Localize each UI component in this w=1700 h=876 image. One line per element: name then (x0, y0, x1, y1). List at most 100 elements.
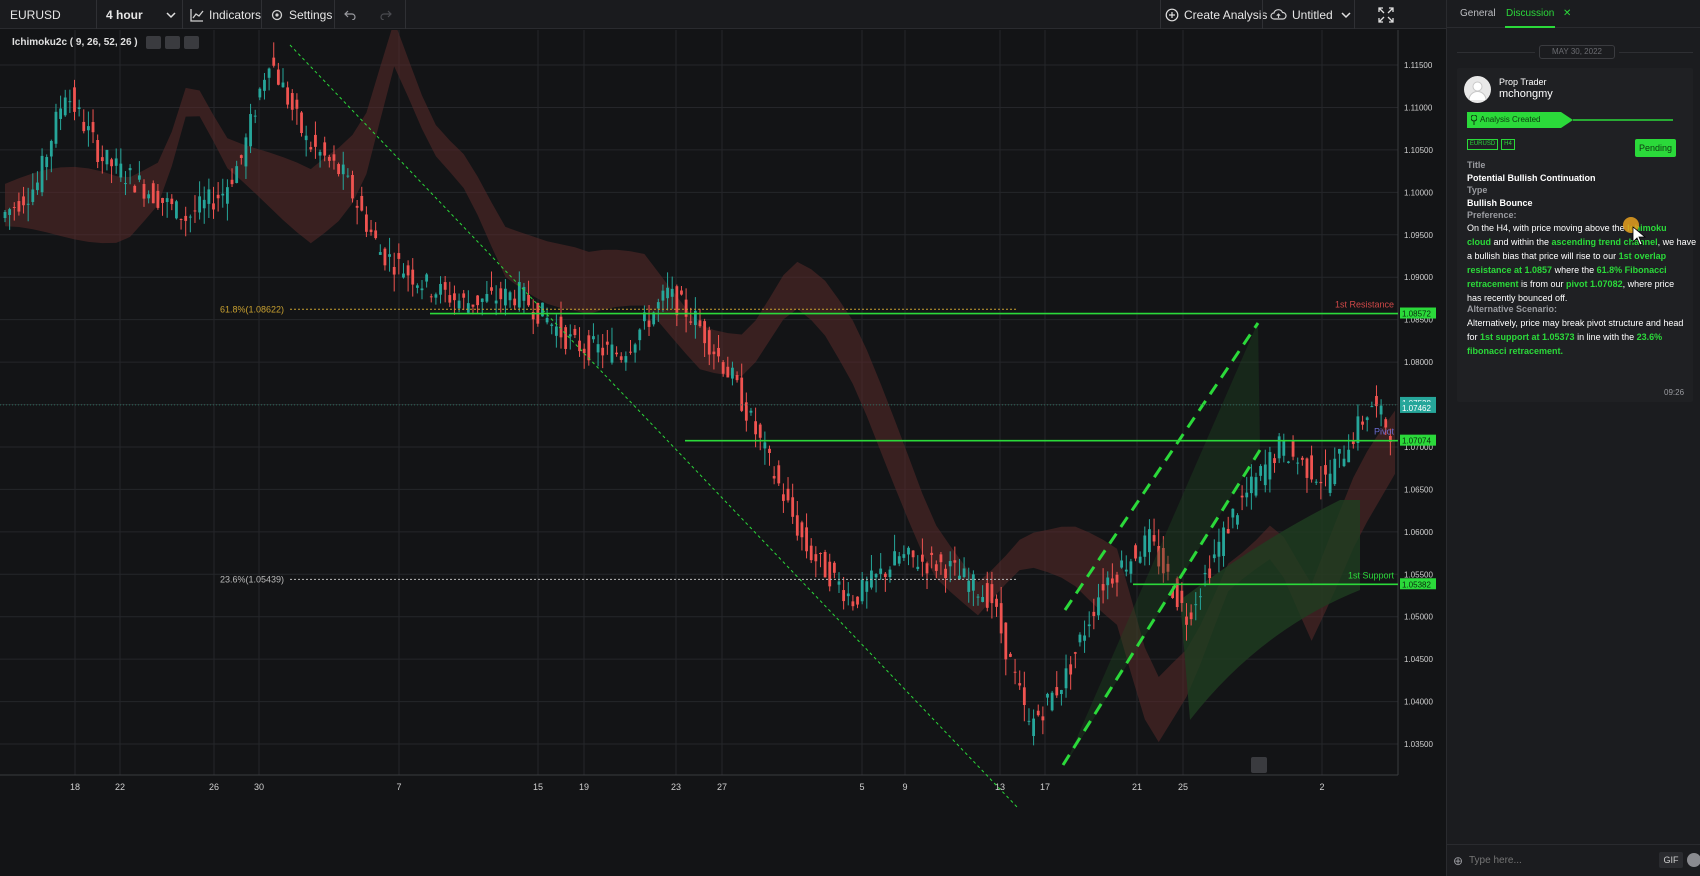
candle-body (768, 448, 771, 453)
candle-body (1236, 515, 1239, 525)
date-tick-label: 18 (70, 782, 80, 792)
candle-body (420, 288, 424, 291)
candle-body (698, 320, 702, 327)
candle-body (1115, 574, 1119, 583)
alt-line-2: for 1st support at 1.05373 in line with … (1467, 332, 1663, 342)
candle-body (22, 196, 25, 206)
candle-body (96, 139, 100, 162)
settings-button[interactable]: Settings (270, 0, 332, 29)
candle-body (842, 590, 846, 602)
candle-body (397, 253, 401, 259)
gif-button[interactable]: GIF (1659, 852, 1683, 868)
candle-body (1036, 710, 1040, 716)
candle-body (406, 265, 410, 276)
add-icon[interactable]: ⊕ (1453, 854, 1463, 868)
candle-body (244, 137, 248, 167)
candle-body (1013, 671, 1017, 673)
candle-body (1249, 476, 1253, 494)
price-chart[interactable]: 18 22 26 30 7 15 19 23 27 5 9 13 17 21 25 2 1.11500 1.110… (0, 30, 1446, 876)
candle-body (596, 344, 600, 353)
candle-body (3, 211, 7, 219)
tab-discussion[interactable]: Discussion (1506, 8, 1554, 19)
candle-body (832, 562, 836, 573)
create-analysis-button[interactable]: Create Analysis (1165, 0, 1267, 29)
resistance-label: 1st Resistance (1335, 300, 1394, 310)
candle-body (888, 569, 892, 578)
trash-icon[interactable] (183, 36, 199, 49)
candle-body (962, 568, 966, 577)
pivot-price-badge: 1.07074 (1402, 437, 1431, 446)
candle-body (1208, 568, 1212, 579)
candle-body (1069, 664, 1073, 675)
candle-body (592, 336, 595, 340)
candle-body (680, 290, 683, 295)
mouse-pointer-icon (1632, 226, 1646, 246)
date-tick-label: 5 (859, 782, 864, 792)
candle-body (953, 560, 957, 563)
candle-body (471, 304, 475, 307)
candle-body (184, 215, 188, 221)
candle-body (462, 293, 466, 298)
candle-body (666, 287, 669, 299)
candle-body (1138, 556, 1142, 563)
avatar (1464, 76, 1491, 103)
redo-button[interactable] (380, 0, 392, 29)
message-input[interactable] (1469, 851, 1639, 869)
candle-body (59, 108, 62, 119)
candle-body (365, 214, 368, 232)
banner-arrow (1561, 112, 1673, 128)
chart-canvas[interactable]: 18 22 26 30 7 15 19 23 27 5 9 13 17 21 25 2 1.11500 1.110… (0, 30, 1446, 876)
candle-body (1018, 683, 1022, 686)
date-tick-label: 15 (533, 782, 543, 792)
resistance-price-badge: 1.08572 (1402, 310, 1431, 319)
candle-body (1254, 477, 1258, 496)
candle-body (1356, 416, 1360, 443)
preference-line-2: cloud and within the ascending trend cha… (1467, 237, 1697, 247)
candle-body (1022, 687, 1026, 706)
candle-body (239, 155, 243, 158)
fullscreen-button[interactable] (1378, 0, 1394, 29)
analysis-created-banner: Analysis Created (1467, 112, 1561, 128)
candle-body (490, 287, 493, 291)
emoji-icon[interactable] (1687, 853, 1700, 867)
gear-icon[interactable] (164, 36, 180, 49)
candle-body (1097, 597, 1100, 616)
candle-body (1185, 616, 1188, 625)
price-tick-label: 1.09000 (1404, 273, 1433, 282)
candle-body (1009, 653, 1012, 657)
candle-body (175, 201, 178, 219)
interval-selector[interactable]: 4 hour (106, 0, 176, 29)
candle-body (948, 561, 952, 567)
symbol-selector[interactable]: EURUSD (10, 0, 61, 29)
tab-general[interactable]: General (1460, 8, 1496, 19)
candle-body (309, 147, 313, 150)
layout-save-button[interactable]: Untitled (1270, 0, 1351, 29)
author-name[interactable]: mchongmy (1499, 88, 1553, 100)
candle-body (374, 230, 378, 239)
candle-body (448, 295, 452, 303)
candle-body (151, 183, 155, 204)
candle-body (1087, 624, 1091, 627)
undo-button[interactable] (344, 0, 356, 29)
candle-body (504, 288, 507, 306)
eye-icon[interactable] (145, 36, 161, 49)
close-tab-icon[interactable]: ✕ (1563, 8, 1571, 19)
price-tick-label: 1.05000 (1404, 613, 1433, 622)
candle-body (911, 550, 915, 558)
candle-body (286, 87, 290, 105)
candle-body (1083, 635, 1086, 641)
candle-body (814, 554, 818, 562)
candle-body (624, 356, 628, 363)
redo-icon (380, 10, 392, 20)
candle-body (369, 229, 373, 233)
candle-body (1240, 495, 1244, 498)
candle-body (1310, 455, 1313, 480)
fullscreen-icon (1378, 6, 1394, 23)
indicators-button[interactable]: Indicators (190, 0, 261, 29)
candle-body (990, 584, 994, 604)
candle-body (615, 352, 618, 355)
candle-body (670, 288, 674, 297)
candle-body (1305, 458, 1309, 478)
candle-body (87, 126, 90, 131)
candle-body (1333, 458, 1337, 485)
